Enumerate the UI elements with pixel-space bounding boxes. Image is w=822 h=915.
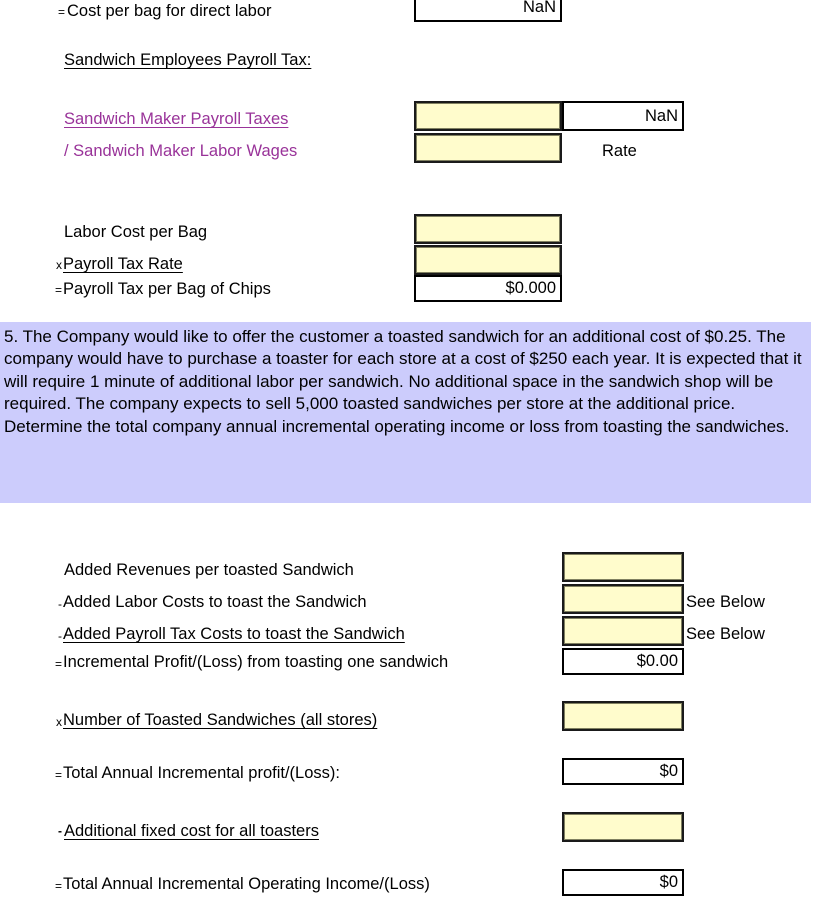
operator-minus-added-labor-costs: - (58, 597, 62, 611)
label-added-payroll-tax-costs-to-toast: Added Payroll Tax Costs to toast the San… (63, 625, 405, 643)
label-added-revenues-per-toasted-sandwich: Added Revenues per toasted Sandwich (64, 561, 354, 579)
value-payroll-tax-per-bag-of-chips: $0.000 (414, 275, 562, 302)
heading-sandwich-employees-payroll-tax: Sandwich Employees Payroll Tax: (64, 51, 312, 69)
input-payroll-tax-rate[interactable] (414, 245, 562, 275)
input-sandwich-maker-labor-wages[interactable] (414, 133, 562, 163)
operator-equals-incremental-profit: = (54, 657, 62, 671)
label-total-annual-incremental-operating-income: Total Annual Incremental Operating Incom… (63, 875, 430, 893)
label-sandwich-maker-labor-wages: / Sandwich Maker Labor Wages (64, 142, 298, 160)
label-rate: Rate (602, 142, 637, 160)
note-added-labor-costs: See Below (686, 593, 765, 611)
label-labor-cost-per-bag: Labor Cost per Bag (64, 223, 208, 241)
label-number-of-toasted-sandwiches: Number of Toasted Sandwiches (all stores… (63, 711, 378, 729)
input-labor-cost-per-bag[interactable] (414, 214, 562, 244)
label-incremental-profit-loss-one-sandwich: Incremental Profit/(Loss) from toasting … (63, 653, 449, 671)
operator-multiply-number-of-toasted-sandwiches: x (56, 715, 62, 729)
input-added-payroll-tax-costs-to-toast[interactable] (562, 616, 684, 646)
label-payroll-tax-per-bag-of-chips: Payroll Tax per Bag of Chips (63, 280, 271, 298)
note-added-payroll-tax-costs: See Below (686, 625, 765, 643)
value-total-annual-incremental-operating-income: $0 (562, 869, 684, 896)
operator-minus-additional-fixed-cost: - (58, 824, 62, 838)
label-payroll-tax-rate: Payroll Tax Rate (63, 255, 183, 273)
value-total-annual-incremental-profit-loss: $0 (562, 758, 684, 785)
label-added-labor-costs-to-toast: Added Labor Costs to toast the Sandwich (63, 593, 367, 611)
operator-equals-total-annual-incremental-profit: = (54, 768, 62, 782)
input-added-revenues-per-toasted-sandwich[interactable] (562, 552, 684, 582)
input-number-of-toasted-sandwiches[interactable] (562, 701, 684, 731)
label-sandwich-maker-payroll-taxes: Sandwich Maker Payroll Taxes (64, 110, 289, 128)
operator-minus-added-payroll-tax-costs: - (58, 629, 62, 643)
label-additional-fixed-cost-for-all-toasters: Additional fixed cost for all toasters (64, 822, 319, 840)
question-callout-5: 5. The Company would like to offer the c… (0, 322, 811, 503)
label-total-annual-incremental-profit-loss: Total Annual Incremental profit/(Loss): (63, 764, 340, 782)
operator-multiply-payroll-tax-rate: x (56, 258, 62, 272)
value-cost-per-bag-direct-labor: NaN (414, 0, 562, 22)
input-additional-fixed-cost-for-all-toasters[interactable] (562, 812, 684, 842)
operator-equals-payroll-tax-per-bag: = (54, 283, 62, 297)
value-payroll-tax-rate-result: NaN (562, 101, 684, 131)
value-incremental-profit-loss-one-sandwich: $0.00 (562, 648, 684, 675)
input-sandwich-maker-payroll-taxes[interactable] (414, 101, 562, 131)
operator-equals-cost-per-bag: = (57, 5, 65, 19)
operator-equals-total-annual-operating-income: = (54, 879, 62, 893)
label-cost-per-bag-direct-labor: Cost per bag for direct labor (67, 2, 272, 20)
input-added-labor-costs-to-toast[interactable] (562, 584, 684, 614)
